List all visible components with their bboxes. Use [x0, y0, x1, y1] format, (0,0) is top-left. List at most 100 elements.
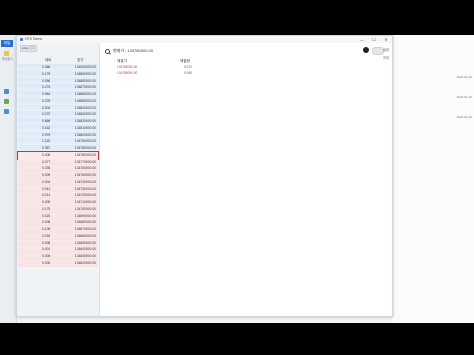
row-price: 134850000.00 — [74, 98, 96, 103]
orderbook-row[interactable]: 0.964 134860000.00 — [18, 91, 98, 98]
row-diff: 0.004 — [42, 179, 51, 184]
trade-price-title: 체결가 — [117, 59, 127, 63]
row-price: 134780000.00 — [74, 152, 96, 157]
row-price: 134690000.00 — [74, 213, 96, 218]
window-title: HTS Demo — [25, 37, 43, 41]
row-diff: 0.175 — [42, 206, 51, 211]
orderbook-row[interactable]: 0.056 134880000.00 — [18, 77, 98, 85]
minimize-button[interactable]: — — [356, 36, 368, 43]
row-diff: 0.014 — [42, 193, 51, 198]
row-price: 134880000.00 — [74, 78, 96, 83]
file-tab[interactable]: 파일 — [1, 40, 13, 47]
row-price: 134750000.00 — [74, 173, 96, 177]
price-button[interactable]: price 조회 — [20, 45, 37, 52]
header-diff: 대비 — [45, 58, 52, 62]
save-settings-button[interactable]: 설정저장 — [383, 46, 392, 62]
row-price: 134730000.00 — [74, 186, 96, 191]
orderbook-row[interactable]: 0.035 134760000.00 — [18, 165, 98, 172]
row-price: 134780000.00 — [74, 146, 96, 150]
bg-date: 2022-01-20 — [456, 95, 472, 99]
orderbook-row[interactable]: 0.975 134800000.00 — [18, 131, 98, 139]
row-price: 134710000.00 — [74, 200, 96, 204]
orderbook-row[interactable]: 0.070 134830000.00 — [18, 111, 98, 118]
orderbook-row[interactable]: 0.077 134770000.00 — [18, 158, 98, 166]
orderbook-row[interactable]: 0.008 134680000.00 — [18, 219, 98, 226]
row-diff: 0.162 — [42, 125, 51, 130]
row-price: 134800000.00 — [74, 132, 96, 137]
orderbook-row[interactable]: 0.001 134640000.00 — [18, 246, 98, 253]
search-icon[interactable] — [105, 49, 110, 54]
maximize-button[interactable]: ☐ — [368, 36, 380, 43]
orderbook-panel: price 조회 대비 호가 0.366 134900000.00 0.179 134… — [17, 43, 100, 316]
orderbook-row[interactable]: 0.175 134700000.00 — [18, 205, 98, 213]
orderbook-row[interactable]: 0.009 134750000.00 — [18, 172, 98, 179]
orderbook-row[interactable]: 0.366 134900000.00 — [18, 64, 98, 71]
orderbook-row[interactable]: 0.008 134650000.00 — [18, 239, 98, 247]
row-price: 134820000.00 — [74, 119, 96, 123]
orderbook-table: 대비 호가 0.366 134900000.00 0.179 134890000.00… — [17, 57, 99, 314]
row-diff: 0.105 — [42, 227, 51, 231]
orderbook-row[interactable]: 0.041 134730000.00 — [18, 185, 98, 193]
desktop-screen: 파일 즐겨찾기 2022-01-20 2022-01-20 2022-01-20… — [0, 35, 474, 323]
trade-volume: 0.072 — [184, 65, 192, 69]
folder-icon — [4, 51, 9, 56]
row-price: 134840000.00 — [74, 105, 96, 110]
row-diff: 0.001 — [42, 247, 51, 252]
orderbook-row[interactable]: 0.275 134870000.00 — [18, 84, 98, 91]
row-diff: 0.041 — [42, 186, 51, 191]
row-diff: 0.077 — [42, 159, 51, 164]
row-diff: 0.020 — [42, 213, 51, 218]
row-diff: 0.000 — [42, 260, 51, 265]
row-diff: 0.366 — [42, 65, 51, 69]
row-price: 134740000.00 — [74, 179, 96, 184]
current-price: 현재가 : 134780000.00 — [113, 48, 153, 53]
orderbook-row[interactable]: 0.005 134710000.00 — [18, 199, 98, 206]
row-diff: 0.964 — [42, 92, 51, 96]
row-diff: 0.070 — [42, 112, 51, 117]
row-price: 134760000.00 — [74, 166, 96, 171]
orderbook-row[interactable]: 0.406 134780000.00 — [17, 150, 99, 160]
row-diff: 0.009 — [42, 173, 51, 177]
desktop-icon — [4, 89, 9, 94]
orderbook-row[interactable]: 0.204 134840000.00 — [18, 104, 98, 112]
trade-price: 134780000.00 — [117, 65, 138, 69]
orderbook-row[interactable]: 0.378 134850000.00 — [18, 97, 98, 105]
orderbook-row[interactable]: 0.033 134660000.00 — [18, 232, 98, 240]
price-button-label: price — [22, 46, 29, 50]
orderbook-row[interactable]: 0.105 134670000.00 — [18, 226, 98, 233]
orderbook-row[interactable]: 0.162 134810000.00 — [18, 124, 98, 132]
orderbook-row[interactable]: 0.000 134620000.00 — [18, 259, 98, 267]
price-button-suffix: 조회 — [29, 46, 35, 50]
orderbook-row[interactable]: 0.357 134780000.00 — [18, 145, 98, 152]
orderbook-row[interactable]: 0.179 134890000.00 — [18, 70, 98, 78]
orderbook-row[interactable]: 1.115 134790000.00 — [18, 138, 98, 145]
orderbook-row[interactable]: 0.004 134740000.00 — [18, 178, 98, 186]
row-diff: 0.035 — [42, 166, 51, 171]
orderbook-row[interactable]: 0.005 134630000.00 — [18, 253, 98, 260]
trade-volume-title: 체결량 — [180, 59, 190, 63]
theme-icon[interactable] — [363, 47, 369, 53]
row-diff: 0.056 — [42, 78, 51, 83]
row-diff: 0.005 — [42, 200, 51, 204]
orderbook-row[interactable]: 0.014 134720000.00 — [18, 192, 98, 199]
black-bar — [0, 323, 474, 355]
row-price: 134720000.00 — [74, 193, 96, 198]
row-diff: 0.357 — [42, 146, 51, 150]
orderbook-row[interactable]: 0.666 134820000.00 — [18, 118, 98, 125]
row-price: 134680000.00 — [74, 220, 96, 225]
row-price: 134700000.00 — [74, 206, 96, 211]
row-price: 134670000.00 — [74, 227, 96, 231]
app-window: HTS Demo — ☐ ✕ price 조회 대비 호가 0.366 13490… — [16, 35, 393, 317]
sidebar-label[interactable]: 즐겨찾기 — [2, 57, 13, 61]
explorer-sidebar: 파일 즐겨찾기 — [0, 35, 17, 323]
row-price: 134640000.00 — [74, 247, 96, 252]
row-diff: 0.275 — [42, 85, 51, 90]
row-price: 134630000.00 — [74, 254, 96, 258]
close-button[interactable]: ✕ — [380, 36, 392, 43]
row-diff: 0.008 — [42, 220, 51, 225]
row-diff: 0.378 — [42, 98, 51, 103]
row-diff: 0.204 — [42, 105, 51, 110]
trade-price: 134780000.00 — [117, 71, 138, 75]
document-icon — [4, 109, 9, 114]
orderbook-row[interactable]: 0.020 134690000.00 — [18, 212, 98, 220]
